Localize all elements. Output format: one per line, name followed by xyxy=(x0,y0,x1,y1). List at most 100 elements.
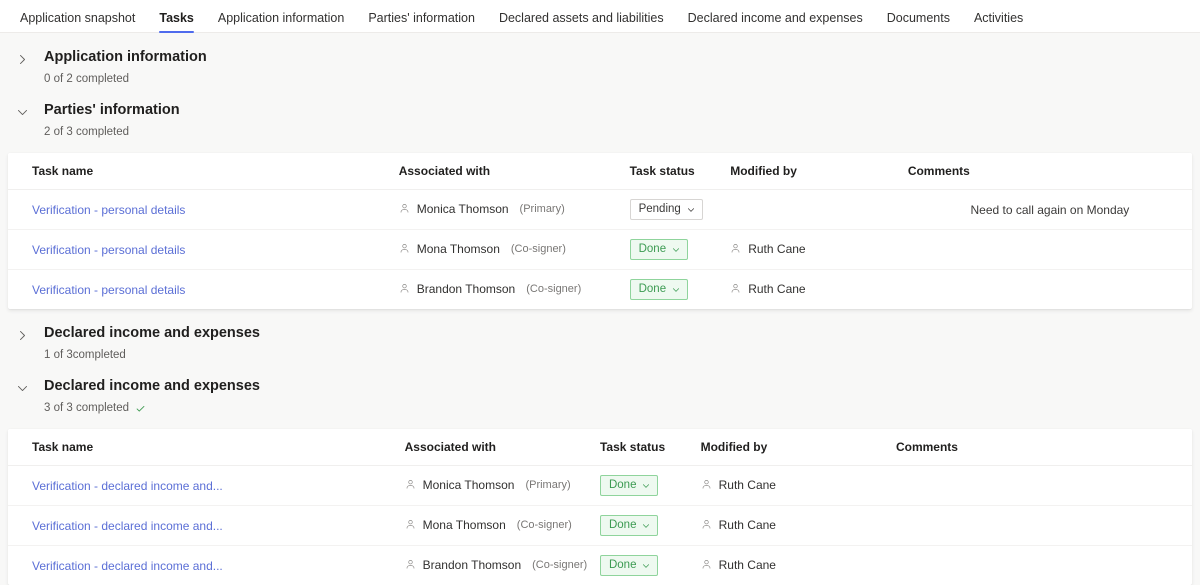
tab-declared-assets-and-liabilities[interactable]: Declared assets and liabilities xyxy=(487,12,676,34)
column-header-associated-with[interactable]: Associated with xyxy=(399,153,630,190)
column-header-task-status[interactable]: Task status xyxy=(630,153,731,190)
task-status-dropdown[interactable]: Done xyxy=(600,555,659,576)
tasks-card-parties-information-1: Task nameAssociated withTask statusModif… xyxy=(8,153,1192,309)
cell-task-status: Done xyxy=(600,506,701,546)
tasks-card-declared-income-and-expenses-3: Task nameAssociated withTask statusModif… xyxy=(8,429,1192,585)
person-icon xyxy=(701,519,712,530)
task-status-label: Done xyxy=(609,519,637,532)
tab-declared-income-and-expenses[interactable]: Declared income and expenses xyxy=(676,12,875,34)
person-icon xyxy=(405,479,416,490)
chevron-down-icon xyxy=(642,562,650,570)
person-name: Monica Thomson xyxy=(423,478,515,492)
task-name-link[interactable]: Verification - personal details xyxy=(32,283,185,297)
section-header-parties-information-1[interactable]: Parties' information 2 of 3 completed xyxy=(0,86,1200,139)
tab-documents[interactable]: Documents xyxy=(875,12,962,34)
modified-by-name: Ruth Cane xyxy=(719,518,776,532)
cell-comments: Need to call again on Monday xyxy=(908,190,1192,230)
column-header-comments[interactable]: Comments xyxy=(896,429,1192,466)
tasks-page: Application information0 of 2 completed P… xyxy=(0,33,1200,585)
cell-modified-by: Ruth Cane xyxy=(701,466,896,506)
task-status-dropdown[interactable]: Done xyxy=(600,475,659,496)
task-name-link[interactable]: Verification - declared income and... xyxy=(32,479,223,493)
task-status-dropdown[interactable]: Done xyxy=(630,279,689,300)
person-role: (Co-signer) xyxy=(532,559,587,571)
chevron-down-icon xyxy=(672,246,680,254)
column-header-task-name[interactable]: Task name xyxy=(8,429,405,466)
cell-task-name: Verification - declared income and... xyxy=(8,466,405,506)
person-icon xyxy=(701,559,712,570)
table-row[interactable]: Verification - declared income and... Mon… xyxy=(8,506,1192,546)
chevron-right-icon[interactable] xyxy=(0,323,44,342)
task-status-dropdown[interactable]: Pending xyxy=(630,199,703,220)
column-header-associated-with[interactable]: Associated with xyxy=(405,429,600,466)
section-progress-label: 1 of 3completed xyxy=(44,348,126,362)
section-text: Application information0 of 2 completed xyxy=(44,47,207,86)
table-row[interactable]: Verification - personal details Monica Th… xyxy=(8,190,1192,230)
table-row[interactable]: Verification - declared income and...Bra… xyxy=(8,546,1192,585)
section-progress-label: 2 of 3 completed xyxy=(44,125,129,139)
tasks-table: Task nameAssociated withTask statusModif… xyxy=(8,429,1192,585)
person-role: (Primary) xyxy=(525,479,570,491)
table-row[interactable]: Verification - personal details Mona Thom… xyxy=(8,230,1192,270)
cell-associated-with: Brandon Thomson(Co-signer) xyxy=(399,270,630,310)
column-header-task-name[interactable]: Task name xyxy=(8,153,399,190)
cell-task-status: Done xyxy=(630,230,731,270)
chevron-right-icon[interactable] xyxy=(0,47,44,66)
cell-task-status: Done xyxy=(600,546,701,585)
task-status-label: Pending xyxy=(639,203,681,216)
chevron-down-icon xyxy=(687,206,695,214)
section-progress: 0 of 2 completed xyxy=(44,72,207,86)
active-tab-underline xyxy=(159,31,194,34)
tab-application-snapshot[interactable]: Application snapshot xyxy=(8,12,147,34)
column-header-task-status[interactable]: Task status xyxy=(600,429,701,466)
section-progress: 1 of 3completed xyxy=(44,348,260,362)
column-header-comments[interactable]: Comments xyxy=(908,153,1192,190)
chevron-down-icon[interactable] xyxy=(0,376,44,395)
section-header-application-information-0[interactable]: Application information0 of 2 completed xyxy=(0,33,1200,86)
tab-label: Tasks xyxy=(159,11,194,25)
person-name: Monica Thomson xyxy=(417,202,509,216)
tab-tasks[interactable]: Tasks xyxy=(147,12,206,34)
tab-parties-information[interactable]: Parties' information xyxy=(356,12,487,34)
section-header-declared-income-and-expenses-3[interactable]: Declared income and expenses3 of 3 compl… xyxy=(0,362,1200,415)
section-header-declared-income-and-expenses-2[interactable]: Declared income and expenses1 of 3comple… xyxy=(0,309,1200,362)
person-name: Mona Thomson xyxy=(423,518,506,532)
section-text: Parties' information 2 of 3 completed xyxy=(44,100,180,139)
task-status-dropdown[interactable]: Done xyxy=(600,515,659,536)
chevron-down-icon xyxy=(672,286,680,294)
cell-modified-by: Ruth Cane xyxy=(730,270,908,310)
tab-application-information[interactable]: Application information xyxy=(206,12,356,34)
person-role: (Primary) xyxy=(520,203,565,215)
column-header-modified-by[interactable]: Modified by xyxy=(730,153,908,190)
section-title: Parties' information xyxy=(44,100,180,120)
associated-person: Mona Thomson(Co-signer) xyxy=(399,242,566,256)
tab-label: Parties' information xyxy=(368,11,475,25)
column-header-modified-by[interactable]: Modified by xyxy=(701,429,896,466)
person-icon xyxy=(701,479,712,490)
person-role: (Co-signer) xyxy=(517,519,572,531)
cell-task-name: Verification - personal details xyxy=(8,270,399,310)
person-icon xyxy=(399,203,410,214)
person-icon xyxy=(399,283,410,294)
task-name-link[interactable]: Verification - declared income and... xyxy=(32,519,223,533)
task-status-label: Done xyxy=(609,559,637,572)
task-name-link[interactable]: Verification - personal details xyxy=(32,203,185,217)
section-progress-label: 0 of 2 completed xyxy=(44,72,129,86)
task-name-link[interactable]: Verification - personal details xyxy=(32,243,185,257)
tab-label: Declared assets and liabilities xyxy=(499,11,664,25)
tab-bar: Application snapshot Tasks Application inf… xyxy=(0,0,1200,33)
table-row[interactable]: Verification - declared income and... Mon… xyxy=(8,466,1192,506)
person-icon xyxy=(399,243,410,254)
task-status-dropdown[interactable]: Done xyxy=(630,239,689,260)
cell-modified-by xyxy=(730,190,908,230)
chevron-down-icon[interactable] xyxy=(0,100,44,119)
task-name-link[interactable]: Verification - declared income and... xyxy=(32,559,223,573)
cell-task-name: Verification - declared income and... xyxy=(8,546,405,585)
tab-activities[interactable]: Activities xyxy=(962,12,1035,34)
cell-associated-with: Monica Thomson (Primary) xyxy=(405,466,600,506)
table-row[interactable]: Verification - personal details Brandon T… xyxy=(8,270,1192,310)
tasks-table: Task nameAssociated withTask statusModif… xyxy=(8,153,1192,309)
modified-by-person: Ruth Cane xyxy=(701,478,776,492)
section-text: Declared income and expenses1 of 3comple… xyxy=(44,323,260,362)
section-progress: 2 of 3 completed xyxy=(44,125,180,139)
